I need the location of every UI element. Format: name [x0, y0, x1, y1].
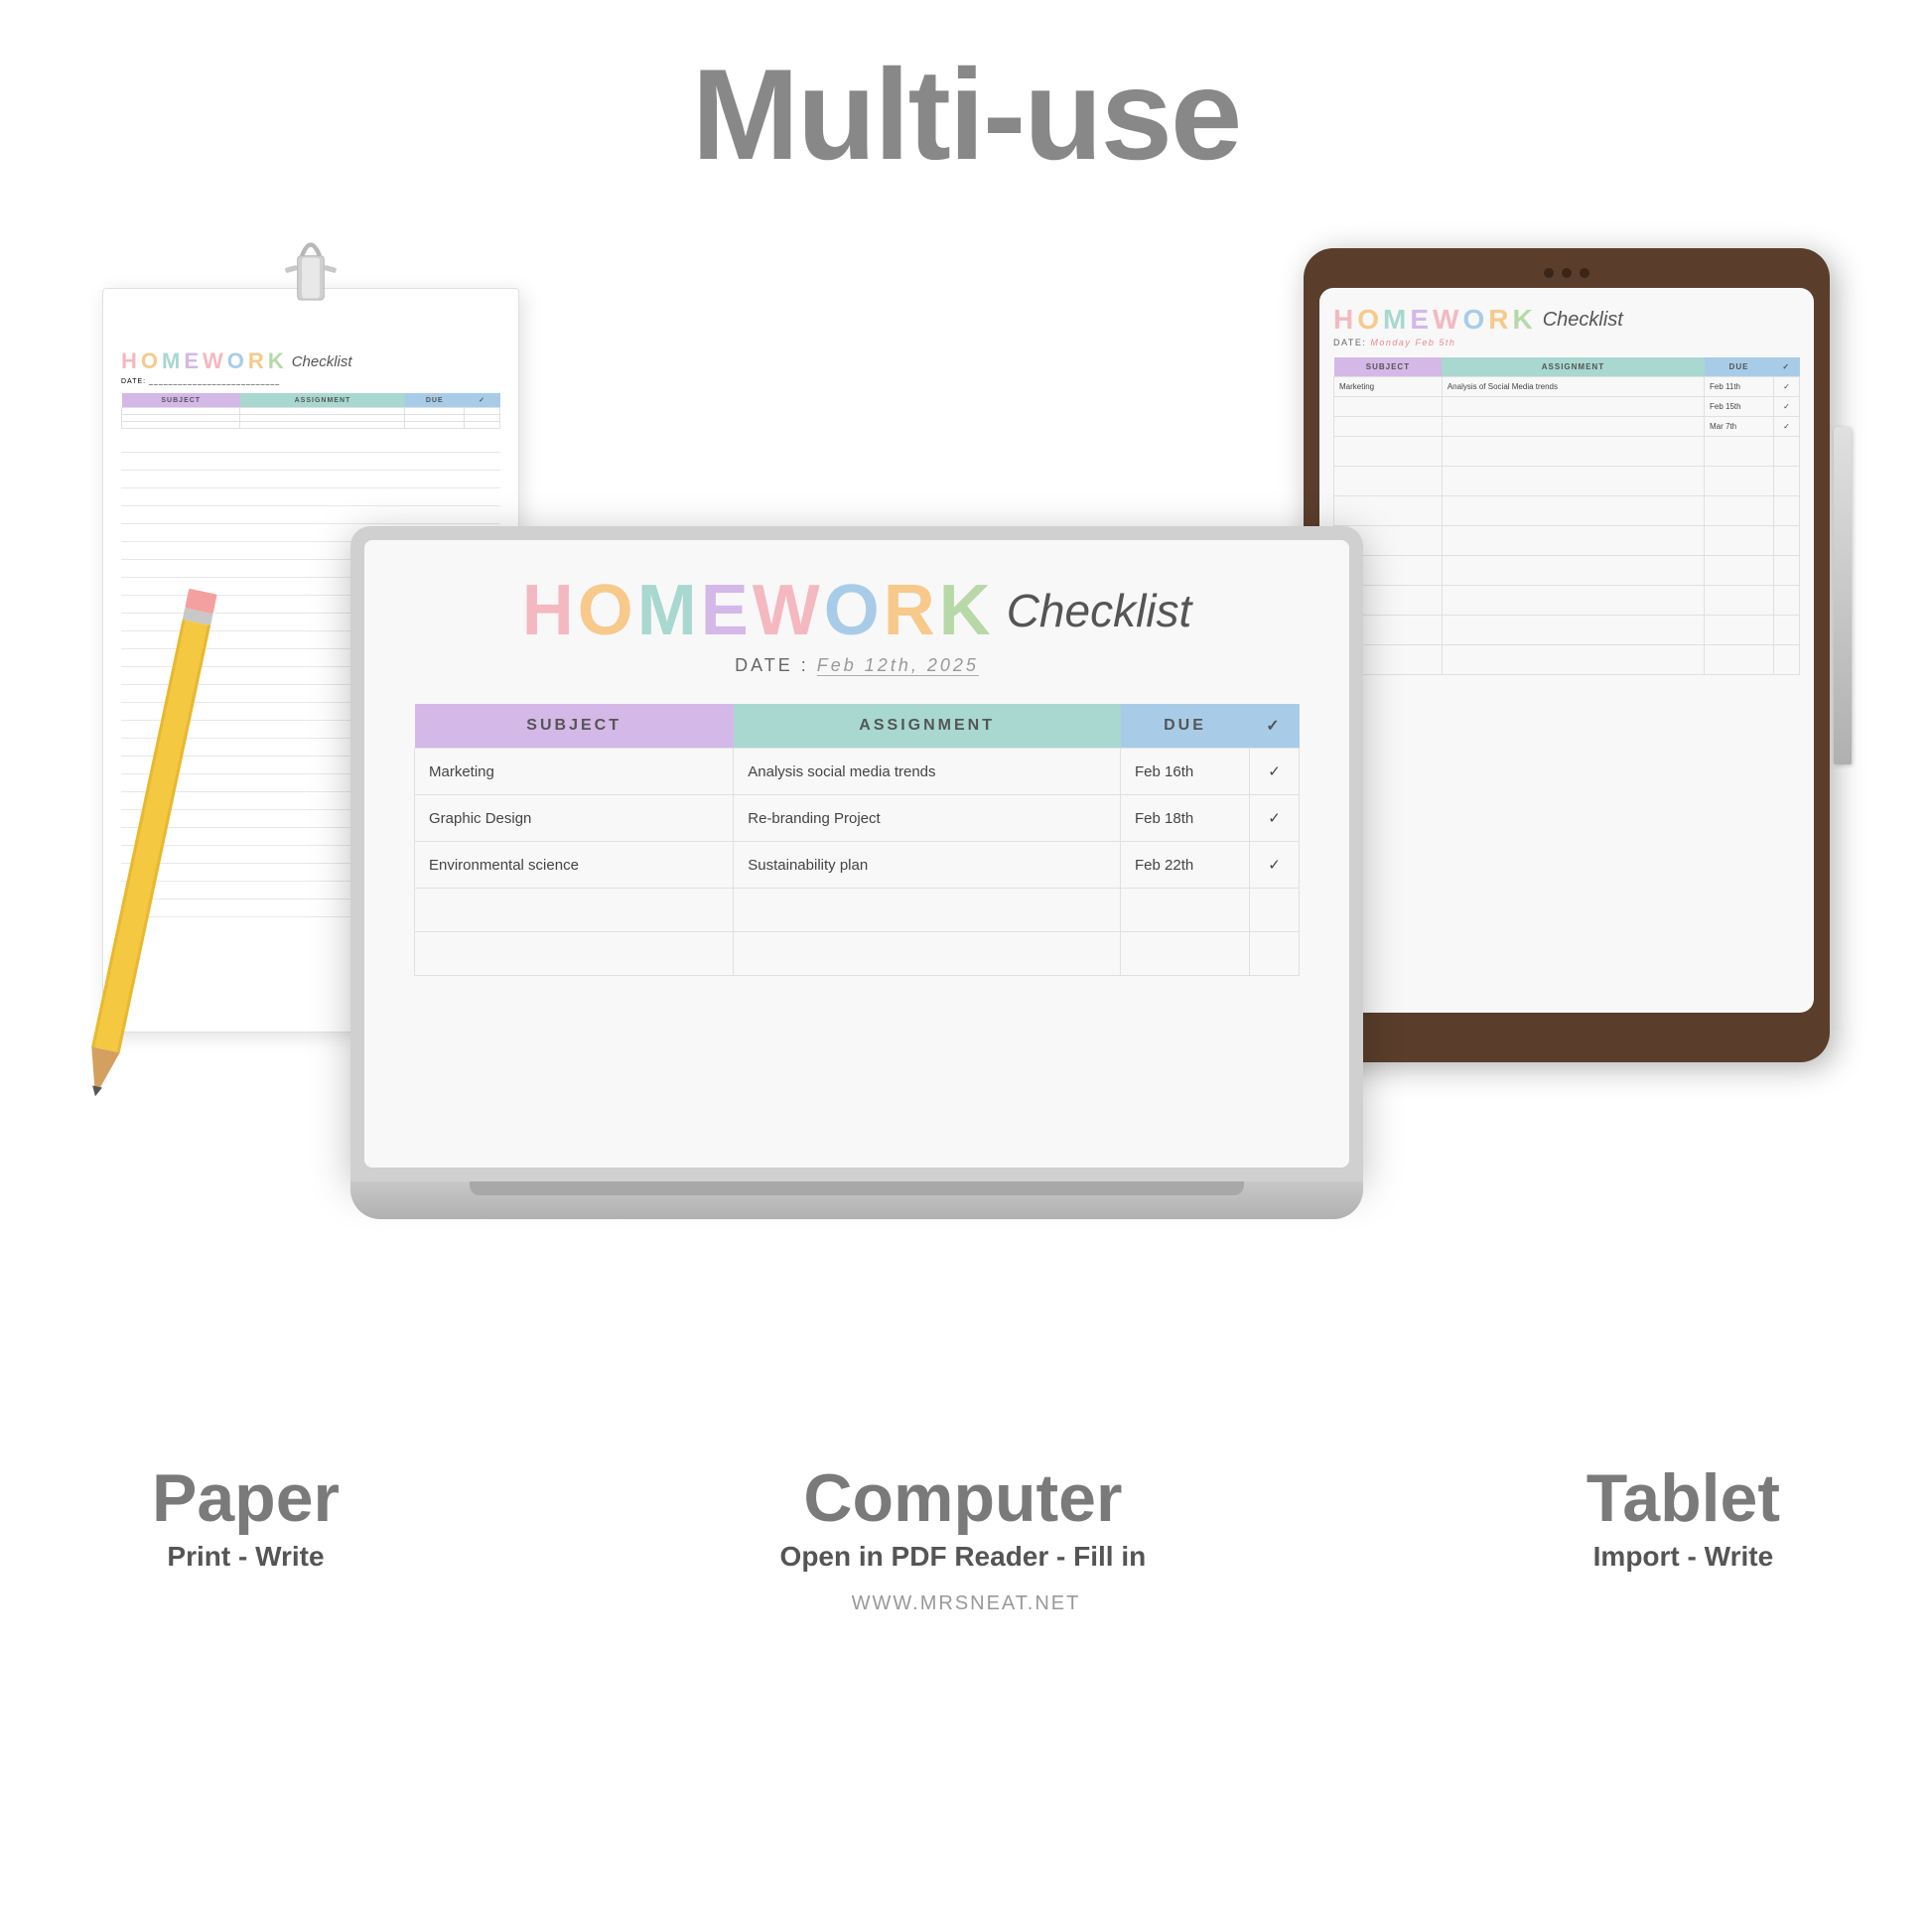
- paper-th-subject: SUBJECT: [122, 393, 240, 408]
- table-row: [415, 932, 1300, 976]
- main-title: Multi-use: [692, 40, 1241, 189]
- labels-area: Paper Print - Write Computer Open in PDF…: [72, 1459, 1860, 1573]
- table-row: [1334, 496, 1800, 526]
- tablet-dot: [1580, 268, 1589, 278]
- table-row: [1334, 467, 1800, 496]
- laptop: H O M E W O R K Checklist DATE : Feb 12t…: [350, 526, 1363, 1241]
- table-row: [1334, 437, 1800, 467]
- table-row: [1334, 556, 1800, 586]
- paper-table: SUBJECT ASSIGNMENT DUE ✓: [121, 393, 500, 429]
- tablet-th-assignment: ASSIGNMENT: [1442, 357, 1704, 377]
- tablet-hw-title: H O M E W O R K Checklist: [1333, 304, 1800, 336]
- laptop-screen-outer: H O M E W O R K Checklist DATE : Feb 12t…: [350, 526, 1363, 1181]
- laptop-hw-title: H O M E W O R K Checklist: [522, 570, 1192, 651]
- laptop-th-assignment: ASSIGNMENT: [734, 704, 1121, 749]
- table-row: Mar 7th ✓: [1334, 417, 1800, 437]
- tablet-table: SUBJECT ASSIGNMENT DUE ✓ Marketing Analy…: [1333, 357, 1800, 675]
- table-row: [122, 408, 500, 415]
- table-row: [415, 889, 1300, 932]
- laptop-th-subject: SUBJECT: [415, 704, 734, 749]
- laptop-screen-inner: H O M E W O R K Checklist DATE : Feb 12t…: [364, 540, 1349, 1168]
- label-paper-main: Paper: [152, 1459, 340, 1537]
- laptop-th-check: ✓: [1250, 704, 1300, 749]
- paper-th-due: DUE: [405, 393, 465, 408]
- tablet-camera: [1319, 268, 1814, 278]
- tablet-th-due: DUE: [1705, 357, 1774, 377]
- paper-clip: [276, 229, 345, 309]
- paper-date-line: DATE: ___________________________: [121, 378, 500, 385]
- tablet-stylus: [1834, 427, 1852, 764]
- label-computer-main: Computer: [780, 1459, 1147, 1537]
- paper-hw-title: H O M E W O R K Checklist: [121, 348, 500, 374]
- devices-area: H O M E W O R K Checklist DATE: ________…: [72, 208, 1860, 1449]
- tablet-dot: [1562, 268, 1572, 278]
- table-row: [1334, 645, 1800, 675]
- laptop-keyboard: [470, 1181, 1244, 1195]
- table-row: Graphic Design Re-branding Project Feb 1…: [415, 795, 1300, 842]
- tablet-th-subject: SUBJECT: [1334, 357, 1443, 377]
- table-row: Environmental science Sustainability pla…: [415, 842, 1300, 889]
- tablet-date-line: DATE: Monday Feb 5th: [1333, 338, 1800, 347]
- label-computer-sub: Open in PDF Reader - Fill in: [780, 1541, 1147, 1573]
- laptop-base: [350, 1181, 1363, 1219]
- table-row: Marketing Analysis social media trends F…: [415, 749, 1300, 795]
- label-tablet-sub: Import - Write: [1587, 1541, 1780, 1573]
- table-row: Feb 15th ✓: [1334, 397, 1800, 417]
- label-paper: Paper Print - Write: [152, 1459, 340, 1573]
- table-row: Marketing Analysis of Social Media trend…: [1334, 377, 1800, 397]
- paper-th-check: ✓: [465, 393, 500, 408]
- tablet-dot: [1544, 268, 1554, 278]
- label-tablet: Tablet Import - Write: [1587, 1459, 1780, 1573]
- paper-checklist-label: Checklist: [292, 353, 352, 370]
- table-row: [122, 422, 500, 429]
- table-row: [1334, 586, 1800, 616]
- label-computer: Computer Open in PDF Reader - Fill in: [780, 1459, 1147, 1573]
- footer-url: WWW.MRSNEAT.NET: [852, 1592, 1081, 1615]
- label-paper-sub: Print - Write: [152, 1541, 340, 1573]
- laptop-checklist-label: Checklist: [1007, 584, 1192, 637]
- tablet: H O M E W O R K Checklist DATE: Monday F…: [1304, 248, 1830, 1062]
- paper-th-assignment: ASSIGNMENT: [240, 393, 405, 408]
- tablet-date-value: Monday Feb 5th: [1370, 338, 1455, 347]
- tablet-screen: H O M E W O R K Checklist DATE: Monday F…: [1319, 288, 1814, 1013]
- table-row: [122, 415, 500, 422]
- table-row: [1334, 526, 1800, 556]
- laptop-th-due: DUE: [1121, 704, 1250, 749]
- label-tablet-main: Tablet: [1587, 1459, 1780, 1537]
- table-row: [1334, 616, 1800, 645]
- laptop-date-line: DATE : Feb 12th, 2025: [735, 655, 979, 676]
- laptop-table: SUBJECT ASSIGNMENT DUE ✓ Marketing Analy…: [414, 704, 1300, 976]
- tablet-th-check: ✓: [1774, 357, 1800, 377]
- laptop-date-value: Feb 12th, 2025: [817, 655, 979, 676]
- tablet-checklist-label: Checklist: [1543, 309, 1623, 332]
